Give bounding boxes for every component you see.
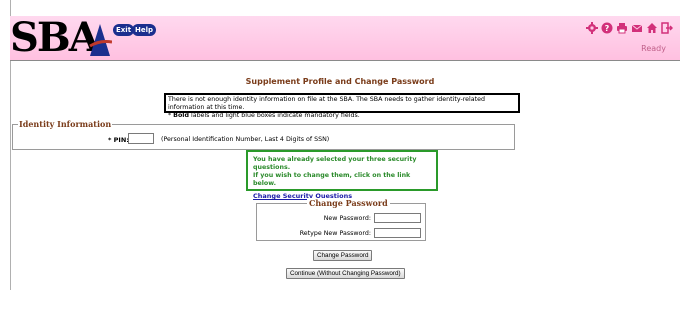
retype-password-label: Retype New Password: — [299, 230, 371, 237]
pin-hint: (Personal Identification Number, Last 4 … — [161, 136, 330, 143]
mail-icon[interactable] — [631, 22, 643, 34]
notice-line-2: * Bold labels and light blue boxes indic… — [168, 112, 516, 120]
security-questions-notice: You have already selected your three sec… — [246, 150, 438, 200]
status-text: Ready — [641, 44, 666, 53]
pin-input[interactable] — [128, 133, 154, 144]
exit-button[interactable]: Exit — [113, 24, 135, 36]
page-title: Supplement Profile and Change Password — [245, 77, 435, 86]
sba-logo: SBA — [10, 14, 100, 61]
settings-icon[interactable] — [586, 22, 598, 34]
header-divider — [10, 60, 680, 61]
continue-button[interactable]: Continue (Without Changing Password) — [286, 268, 405, 279]
svg-text:?: ? — [605, 24, 610, 33]
identity-legend: Identity Information — [18, 119, 113, 129]
identity-information-fieldset: Identity Information * PIN: (Personal Id… — [12, 119, 515, 150]
security-line-2: If you wish to change them, click on the… — [253, 172, 411, 187]
logout-icon[interactable] — [661, 22, 673, 34]
pin-label: * PIN: — [108, 136, 129, 144]
logo-swoosh-icon — [89, 24, 112, 56]
retype-password-input[interactable] — [374, 228, 421, 238]
change-password-button[interactable]: Change Password — [313, 250, 373, 261]
help-icon[interactable]: ? — [601, 22, 613, 34]
notice-bold-word: Bold — [173, 112, 189, 119]
change-password-fieldset: Change Password New Password: Retype New… — [256, 198, 426, 241]
print-icon[interactable] — [616, 22, 628, 34]
notice-rest: labels and light blue boxes indicate man… — [188, 112, 360, 119]
toolbar: ? — [586, 22, 673, 34]
change-password-legend: Change Password — [307, 198, 390, 208]
new-password-label: New Password: — [323, 215, 371, 222]
security-line-1: You have already selected your three sec… — [253, 156, 417, 171]
new-password-input[interactable] — [374, 213, 421, 223]
identity-notice: There is not enough identity information… — [164, 93, 520, 119]
notice-line-1: There is not enough identity information… — [168, 96, 485, 111]
help-button[interactable]: Help — [132, 24, 157, 36]
home-icon[interactable] — [646, 22, 658, 34]
